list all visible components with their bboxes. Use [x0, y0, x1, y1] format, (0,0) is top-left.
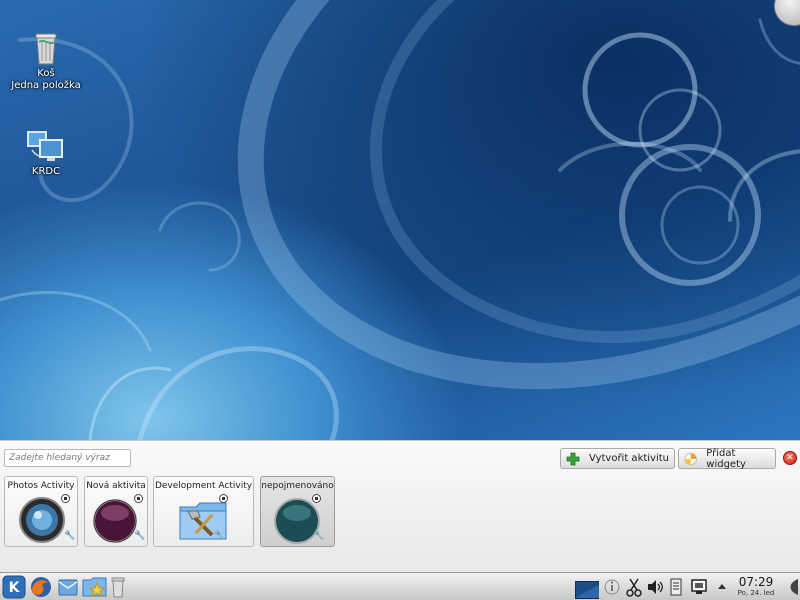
- activity-card-unnamed[interactable]: nepojmenováno 🔧: [260, 476, 335, 547]
- activity-title: Nová aktivita: [86, 481, 146, 491]
- camera-lens-icon: [19, 497, 65, 543]
- info-icon[interactable]: [604, 575, 620, 599]
- firefox-icon[interactable]: [29, 575, 53, 599]
- configure-activity-icon[interactable]: 🔧: [134, 532, 145, 541]
- desktop-wallpaper: Koš Jedna položka KRDC: [0, 0, 800, 440]
- add-widgets-label: Přidat widgety: [706, 447, 746, 470]
- activity-title: Photos Activity: [7, 481, 75, 491]
- activity-card-development[interactable]: Development Activity 🔧: [153, 476, 254, 547]
- add-widgets-button[interactable]: Přidat widgety: [678, 447, 776, 470]
- purple-orb-icon: [93, 499, 137, 543]
- activity-card-photos[interactable]: Photos Activity 🔧: [4, 476, 78, 547]
- expand-arrow-icon[interactable]: [715, 575, 729, 599]
- mail-icon[interactable]: [56, 575, 80, 599]
- svg-text:K: K: [9, 580, 21, 596]
- activity-card-new[interactable]: Nová aktivita 🔧: [84, 476, 148, 547]
- trash-can-icon[interactable]: [109, 575, 127, 599]
- clipboard-icon[interactable]: [668, 575, 684, 599]
- close-icon[interactable]: ✕: [783, 451, 797, 465]
- configure-activity-icon[interactable]: 🔧: [313, 532, 324, 541]
- desktop-icon-trash[interactable]: Koš Jedna položka: [6, 30, 86, 92]
- plus-icon: [566, 452, 580, 465]
- widgets-icon: [684, 452, 697, 465]
- kde-menu-icon[interactable]: K: [2, 575, 26, 599]
- create-activity-label: Vytvořit aktivitu: [589, 453, 670, 464]
- activity-search-input[interactable]: [4, 449, 131, 467]
- pager-icon[interactable]: [575, 578, 599, 600]
- clock[interactable]: 07:29 Po, 24. led: [730, 575, 782, 598]
- folder-star-icon[interactable]: [82, 575, 108, 599]
- trash-sublabel: Jedna položka: [11, 80, 81, 91]
- configure-activity-icon[interactable]: 🔧: [64, 532, 75, 541]
- trash-label: Koš: [37, 68, 55, 79]
- activity-manager-panel: Vytvořit aktivitu Přidat widgety ✕ Photo…: [0, 440, 800, 572]
- panel-toolbox-icon[interactable]: [784, 575, 798, 599]
- network-icon[interactable]: [690, 575, 708, 599]
- activity-title: Development Activity: [154, 481, 253, 491]
- create-activity-button[interactable]: Vytvořit aktivitu: [560, 448, 675, 469]
- klipper-scissors-icon[interactable]: [626, 575, 642, 599]
- krdc-label: KRDC: [31, 166, 61, 177]
- trash-icon: [35, 33, 57, 65]
- activity-title: nepojmenováno: [261, 481, 334, 491]
- taskbar: K 07:29 Po, 24. led: [0, 572, 800, 600]
- volume-icon[interactable]: [646, 575, 664, 599]
- clock-date: Po, 24. led: [737, 589, 775, 597]
- clock-time: 07:29: [738, 575, 774, 589]
- desktop-icon-krdc[interactable]: KRDC: [6, 130, 86, 178]
- configure-activity-icon[interactable]: 🔧: [214, 532, 225, 541]
- remote-desktop-icon: [27, 131, 63, 161]
- wallpaper-swirls: [0, 0, 800, 440]
